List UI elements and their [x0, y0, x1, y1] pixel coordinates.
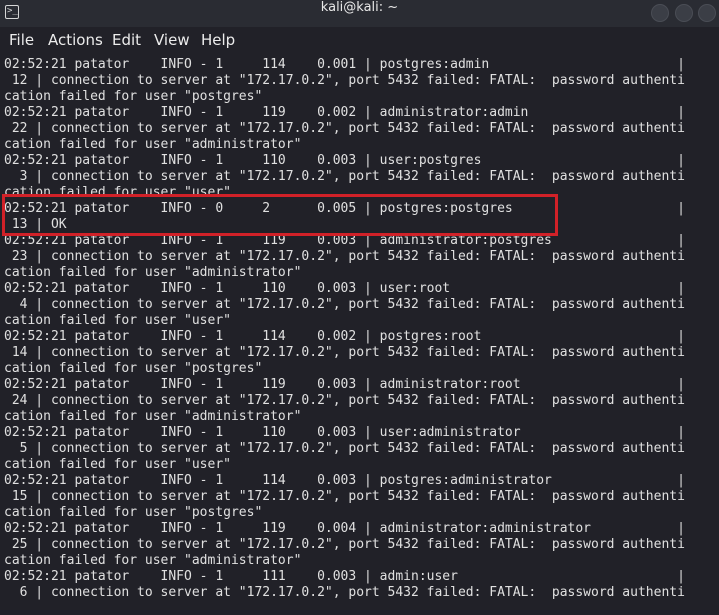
- terminal-line: 02:52:21 patator INFO - 1 110 0.003 | us…: [4, 153, 685, 168]
- menu-edit[interactable]: Edit: [112, 31, 141, 49]
- terminal-line-success: 02:52:21 patator INFO - 0 2 0.005 | post…: [4, 201, 685, 216]
- terminal-line: cation failed for user "postgres": [4, 361, 263, 376]
- terminal-line: 12 | connection to server at "172.17.0.2…: [4, 73, 685, 88]
- terminal-line: 02:52:21 patator INFO - 1 111 0.003 | ad…: [4, 569, 685, 584]
- terminal-line: cation failed for user "user": [4, 313, 231, 328]
- window-title: kali@kali: ~: [320, 0, 399, 15]
- terminal-line: 3 | connection to server at "172.17.0.2"…: [4, 169, 685, 184]
- title-bar[interactable]: >_ kali@kali: ~: [0, 0, 719, 27]
- menu-actions[interactable]: Actions: [48, 31, 103, 49]
- terminal-line: cation failed for user "administrator": [4, 265, 302, 280]
- terminal-line: 02:52:21 patator INFO - 1 119 0.003 | ad…: [4, 233, 685, 248]
- terminal-line: cation failed for user "administrator": [4, 553, 302, 568]
- terminal-line: cation failed for user "postgres": [4, 89, 263, 104]
- terminal-line: 23 | connection to server at "172.17.0.2…: [4, 249, 685, 264]
- terminal-line: 02:52:21 patator INFO - 1 114 0.001 | po…: [4, 57, 685, 72]
- terminal-line: 25 | connection to server at "172.17.0.2…: [4, 537, 685, 552]
- terminal-line: 02:52:21 patator INFO - 1 110 0.003 | us…: [4, 281, 685, 296]
- minimize-button[interactable]: [651, 4, 669, 22]
- terminal-output[interactable]: 02:52:21 patator INFO - 1 114 0.001 | po…: [4, 57, 710, 615]
- menu-view[interactable]: View: [154, 31, 190, 49]
- terminal-line: cation failed for user "postgres": [4, 505, 263, 520]
- terminal-line: cation failed for user "administrator": [4, 137, 302, 152]
- menu-help[interactable]: Help: [201, 31, 235, 49]
- terminal-line: 02:52:21 patator INFO - 1 119 0.004 | ad…: [4, 521, 685, 536]
- terminal-line: 02:52:21 patator INFO - 1 110 0.003 | us…: [4, 425, 685, 440]
- terminal-line: 02:52:21 patator INFO - 1 114 0.002 | po…: [4, 329, 685, 344]
- terminal-line: 22 | connection to server at "172.17.0.2…: [4, 121, 685, 136]
- terminal-line: cation failed for user "user": [4, 457, 231, 472]
- terminal-line: 02:52:21 patator INFO - 1 119 0.003 | ad…: [4, 377, 685, 392]
- terminal-line: 5 | connection to server at "172.17.0.2"…: [4, 441, 685, 456]
- terminal-line: 4 | connection to server at "172.17.0.2"…: [4, 297, 685, 312]
- terminal-window: >_ kali@kali: ~ File Actions Edit View H…: [0, 0, 719, 615]
- scrollbar[interactable]: [713, 57, 719, 615]
- terminal-line: cation failed for user "administrator": [4, 409, 302, 424]
- terminal-line: 15 | connection to server at "172.17.0.2…: [4, 489, 685, 504]
- close-button[interactable]: [698, 4, 716, 22]
- terminal-line: 02:52:21 patator INFO - 1 114 0.003 | po…: [4, 473, 685, 488]
- menu-file[interactable]: File: [9, 31, 34, 49]
- maximize-button[interactable]: [675, 4, 693, 22]
- terminal-line: 6 | connection to server at "172.17.0.2"…: [4, 585, 685, 600]
- terminal-line: 02:52:21 patator INFO - 1 119 0.002 | ad…: [4, 105, 685, 120]
- terminal-line: 24 | connection to server at "172.17.0.2…: [4, 393, 685, 408]
- terminal-line: 14 | connection to server at "172.17.0.2…: [4, 345, 685, 360]
- terminal-line: cation failed for user "user": [4, 185, 231, 200]
- menu-bar: File Actions Edit View Help: [0, 27, 719, 53]
- terminal-line-success: 13 | OK: [4, 217, 67, 232]
